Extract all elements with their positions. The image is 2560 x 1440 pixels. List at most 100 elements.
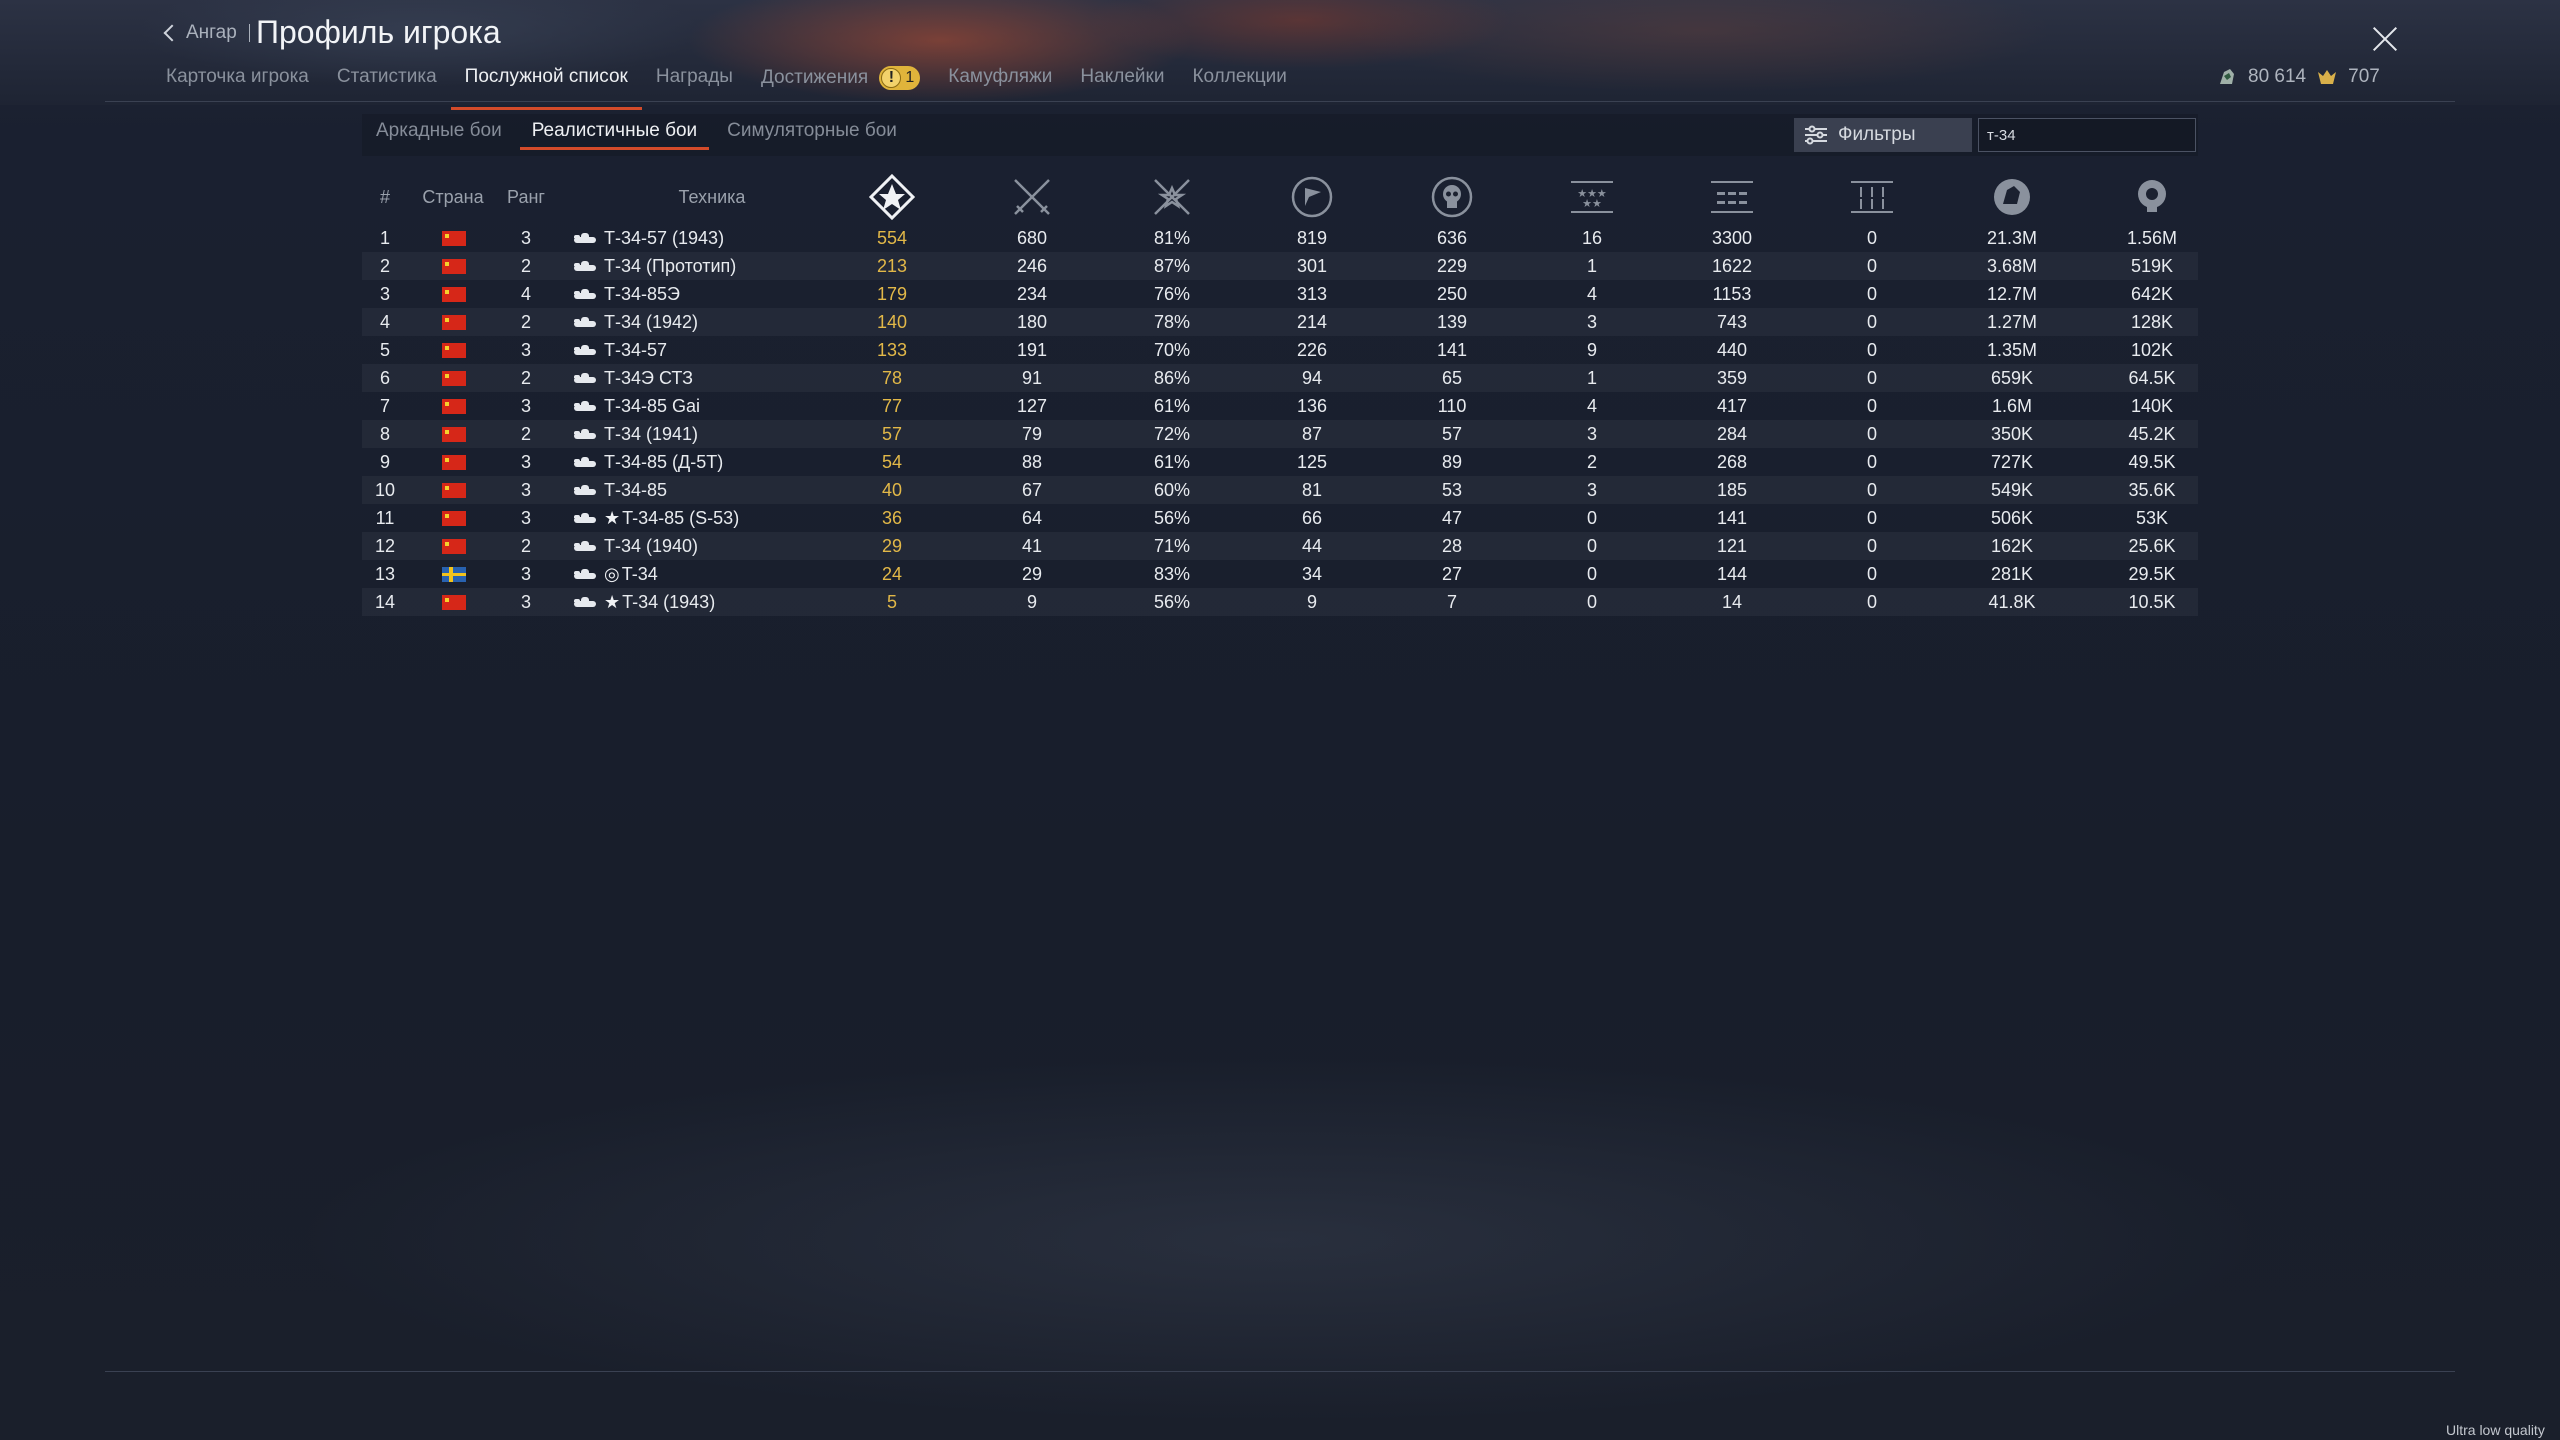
stat-deaths: 250 <box>1436 284 1468 304</box>
vehicle-cell[interactable]: ◎ T-34 <box>574 560 658 588</box>
stat-silver-earned: 350K <box>1990 424 2034 444</box>
vehicle-cell[interactable]: Т-34 (Прототип) <box>574 252 736 280</box>
col-country[interactable]: Страна <box>408 170 498 224</box>
tank-icon <box>574 597 596 607</box>
table-row[interactable]: 1 3 Т-34-57 (1943) 554 680 81% 819 636 16 3300 0 21… <box>362 224 2198 252</box>
col-deaths[interactable] <box>1382 170 1522 224</box>
vehicle-cell[interactable]: Т-34-85Э <box>574 280 680 308</box>
stat-research-earned: 29.5K <box>2128 564 2176 584</box>
stat-silver-earned: 21.3M <box>1986 228 2038 248</box>
vehicle-cell[interactable]: Т-34-85 (Д-5Т) <box>574 448 723 476</box>
col-naval-kills[interactable] <box>1802 170 1942 224</box>
tab-achievements[interactable]: Достижения ! 1 <box>761 64 921 100</box>
stat-win-rate: 78% <box>1153 312 1191 332</box>
country-flag-ussr <box>442 259 466 274</box>
stat-air-kills: 3 <box>1586 424 1597 444</box>
tank-icon <box>574 233 596 243</box>
tab-statistics[interactable]: Статистика <box>337 64 437 100</box>
vehicle-cell[interactable]: Т-34 (1940) <box>574 532 698 560</box>
tab-service-record[interactable]: Послужной список <box>450 64 643 110</box>
stat-naval-kills: 0 <box>1866 312 1877 332</box>
service-record-table: # Страна Ранг Техника ★★★ ★★ 1 3 Т-34-57… <box>362 170 2198 616</box>
table-row[interactable]: 6 2 Т-34Э СТЗ 78 91 86% 94 65 1 359 0 659K 64.5K <box>362 364 2198 392</box>
row-number: 6 <box>379 368 390 388</box>
vehicle-name: Т-34 (1941) <box>604 424 699 444</box>
col-vehicle[interactable]: Техника <box>562 170 862 224</box>
stat-naval-kills: 0 <box>1866 592 1877 612</box>
vehicle-cell[interactable]: Т-34-85 <box>574 476 667 504</box>
back-label: Ангар <box>186 22 237 43</box>
filters-button[interactable]: Фильтры <box>1794 118 1972 152</box>
table-row[interactable]: 3 4 Т-34-85Э 179 234 76% 313 250 4 1153 0 12.7M 642K <box>362 280 2198 308</box>
stat-silver-earned: 1.6M <box>1991 396 2033 416</box>
table-row[interactable]: 4 2 Т-34 (1942) 140 180 78% 214 139 3 743 0 1.27M 12… <box>362 308 2198 336</box>
table-row[interactable]: 13 3 ◎ T-34 24 29 83% 34 27 0 144 0 281K 29.5K <box>362 560 2198 588</box>
tab-awards[interactable]: Награды <box>656 64 733 100</box>
table-row[interactable]: 12 2 Т-34 (1940) 29 41 71% 44 28 0 121 0 162K 25.6K <box>362 532 2198 560</box>
stat-research-earned: 35.6K <box>2128 480 2176 500</box>
table-row[interactable]: 8 2 Т-34 (1941) 57 79 72% 87 57 3 284 0 350K 45.2K <box>362 420 2198 448</box>
col-silver-earned[interactable] <box>1942 170 2082 224</box>
tank-icon <box>574 317 596 327</box>
tab-decals[interactable]: Наклейки <box>1080 64 1164 100</box>
stat-respawns: 66 <box>1301 508 1323 528</box>
stat-respawns: 819 <box>1296 228 1328 248</box>
tab-simulator[interactable]: Симуляторные бои <box>727 120 897 142</box>
stat-air-kills: 1 <box>1586 368 1597 388</box>
vehicle-cell[interactable]: ★ T-34-85 (S-53) <box>574 504 739 532</box>
quality-label: Ultra low quality <box>2446 1422 2545 1438</box>
tab-arcade[interactable]: Аркадные бои <box>376 120 502 142</box>
stat-battles: 64 <box>1021 508 1043 528</box>
stat-ground-kills: 121 <box>1716 536 1748 556</box>
vehicle-search-input[interactable] <box>1978 118 2196 152</box>
tab-collections[interactable]: Коллекции <box>1192 64 1286 100</box>
vehicle-cell[interactable]: Т-34 (1942) <box>574 308 698 336</box>
stat-naval-kills: 0 <box>1866 536 1877 556</box>
stat-win-rate: 56% <box>1153 508 1191 528</box>
stat-victories: 78 <box>881 368 903 388</box>
vehicle-name: Т-34-85 Gai <box>604 396 701 416</box>
row-rank: 3 <box>520 228 531 248</box>
roundel-icon: ◎ <box>604 564 620 584</box>
country-flag-ussr <box>442 371 466 386</box>
table-row[interactable]: 11 3 ★ T-34-85 (S-53) 36 64 56% 66 47 0 141 0 506K 53… <box>362 504 2198 532</box>
vehicle-cell[interactable]: ★ T-34 (1943) <box>574 588 715 616</box>
close-icon[interactable] <box>2372 26 2398 52</box>
vehicle-cell[interactable]: Т-34-85 Gai <box>574 392 700 420</box>
stat-victories: 29 <box>881 536 903 556</box>
back-to-hangar-button[interactable]: Ангар <box>163 22 250 44</box>
col-rank[interactable]: Ранг <box>498 170 554 224</box>
vehicle-cell[interactable]: Т-34-57 (1943) <box>574 224 724 252</box>
col-victories[interactable] <box>822 170 962 224</box>
tab-realistic[interactable]: Реалистичные бои <box>519 120 710 150</box>
table-row[interactable]: 14 3 ★ T-34 (1943) 5 9 56% 9 7 0 14 0 41.8K 10.5K <box>362 588 2198 616</box>
col-research-earned[interactable] <box>2082 170 2222 224</box>
tab-camouflages[interactable]: Камуфляжи <box>948 64 1052 100</box>
col-number[interactable]: # <box>362 170 408 224</box>
stat-ground-kills: 1153 <box>1712 284 1752 304</box>
stat-silver-earned: 659K <box>1990 368 2034 388</box>
col-respawns[interactable] <box>1242 170 1382 224</box>
stat-air-kills: 4 <box>1586 396 1597 416</box>
table-row[interactable]: 7 3 Т-34-85 Gai 77 127 61% 136 110 4 417 0 1.6M 140K <box>362 392 2198 420</box>
table-row[interactable]: 5 3 Т-34-57 133 191 70% 226 141 9 440 0 1.35M 102K <box>362 336 2198 364</box>
research-earned-icon <box>2138 180 2166 212</box>
vehicle-cell[interactable]: Т-34 (1941) <box>574 420 698 448</box>
stat-air-kills: 0 <box>1586 564 1597 584</box>
col-air-kills[interactable]: ★★★ ★★ <box>1522 170 1662 224</box>
tank-icon <box>574 289 596 299</box>
tab-player-card[interactable]: Карточка игрока <box>166 64 309 100</box>
col-win-rate[interactable] <box>1102 170 1242 224</box>
row-number: 3 <box>379 284 390 304</box>
vehicle-cell[interactable]: Т-34-57 <box>574 336 667 364</box>
silver-lions-value: 80 614 <box>2248 66 2307 87</box>
exclamation-icon: ! <box>881 68 902 88</box>
table-row[interactable]: 10 3 Т-34-85 40 67 60% 81 53 3 185 0 549K 35.6K <box>362 476 2198 504</box>
table-row[interactable]: 9 3 Т-34-85 (Д-5Т) 54 88 61% 125 89 2 268 0 727K 49.… <box>362 448 2198 476</box>
vehicle-cell[interactable]: Т-34Э СТЗ <box>574 364 693 392</box>
col-ground-kills[interactable] <box>1662 170 1802 224</box>
stat-battles: 9 <box>1026 592 1037 612</box>
col-battles[interactable] <box>962 170 1102 224</box>
stat-respawns: 226 <box>1296 340 1328 360</box>
table-row[interactable]: 2 2 Т-34 (Прототип) 213 246 87% 301 229 1 1622 0 3.… <box>362 252 2198 280</box>
